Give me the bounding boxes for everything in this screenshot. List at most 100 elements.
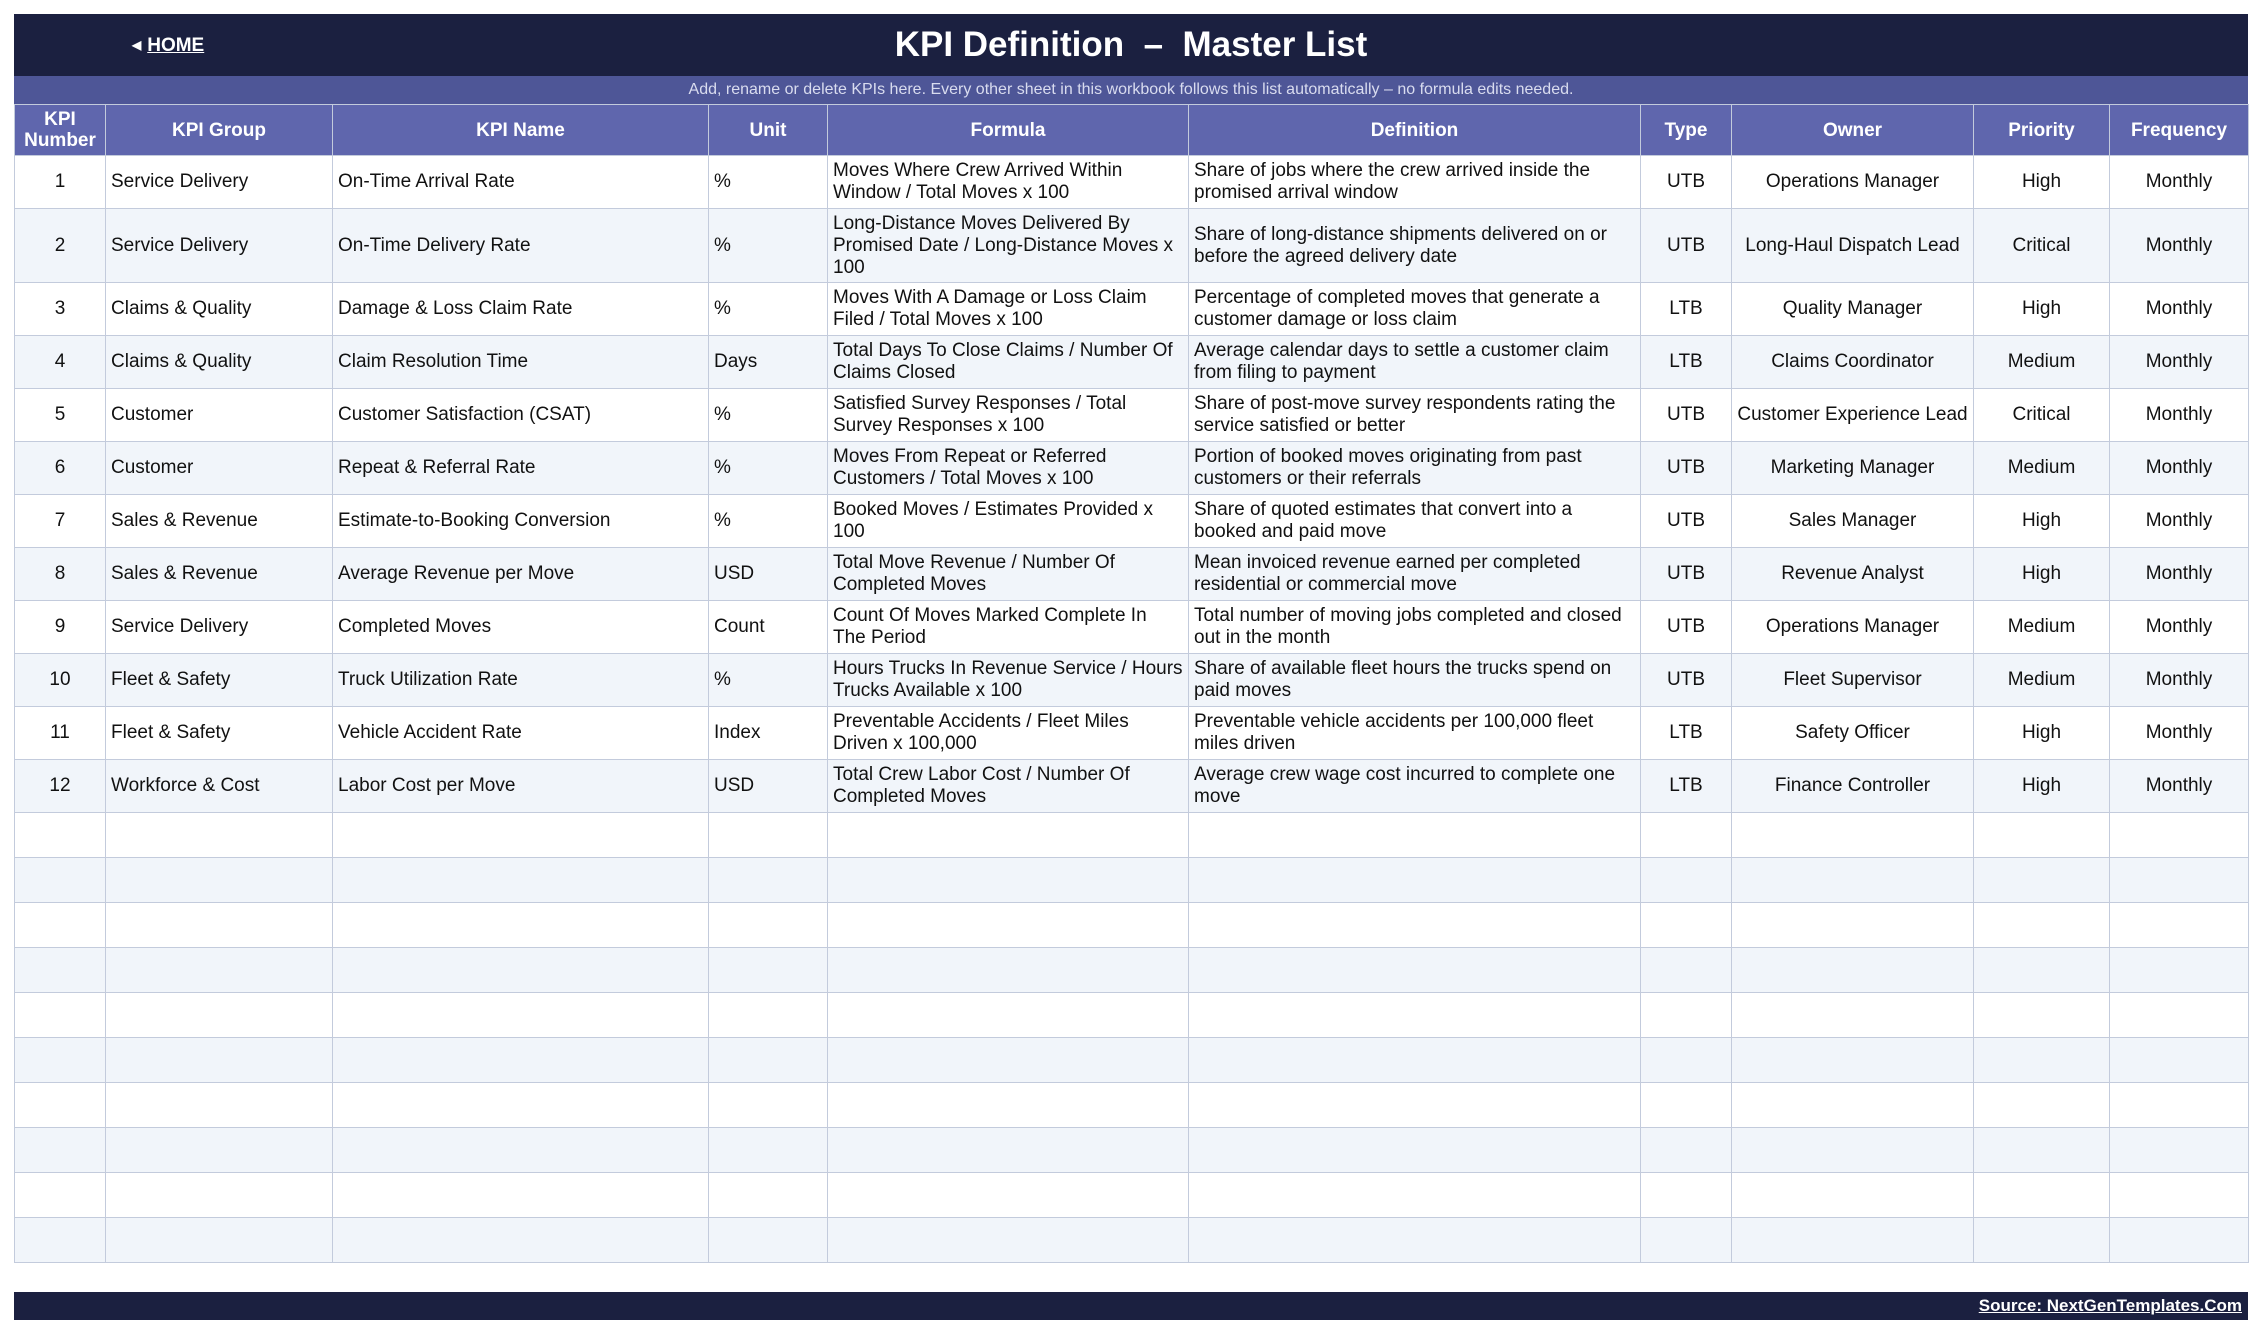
empty-cell[interactable] [1640,902,1732,948]
empty-cell[interactable] [1188,902,1641,948]
empty-cell[interactable] [708,1217,828,1263]
owner-cell[interactable]: Fleet Supervisor [1731,653,1974,707]
kpi-name-cell[interactable]: Customer Satisfaction (CSAT) [332,388,709,442]
definition-cell[interactable]: Share of post-move survey respondents ra… [1188,388,1641,442]
formula-cell[interactable]: Moves Where Crew Arrived Within Window /… [827,155,1189,209]
priority-cell[interactable]: High [1973,706,2110,760]
empty-cell[interactable] [1731,1127,1974,1173]
definition-cell[interactable]: Share of long-distance shipments deliver… [1188,208,1641,283]
definition-cell[interactable]: Percentage of completed moves that gener… [1188,282,1641,336]
column-header-definition[interactable]: Definition [1188,104,1641,156]
owner-cell[interactable]: Operations Manager [1731,600,1974,654]
priority-cell[interactable]: High [1973,155,2110,209]
type-cell[interactable]: UTB [1640,494,1732,548]
type-cell[interactable]: UTB [1640,600,1732,654]
column-header-formula[interactable]: Formula [827,104,1189,156]
definition-cell[interactable]: Share of available fleet hours the truck… [1188,653,1641,707]
unit-cell[interactable]: USD [708,547,828,601]
definition-cell[interactable]: Mean invoiced revenue earned per complet… [1188,547,1641,601]
definition-cell[interactable]: Average crew wage cost incurred to compl… [1188,759,1641,813]
empty-cell[interactable] [1731,857,1974,903]
empty-cell[interactable] [2109,857,2249,903]
formula-cell[interactable]: Long-Distance Moves Delivered By Promise… [827,208,1189,283]
kpi-group-cell[interactable]: Service Delivery [105,208,333,283]
empty-cell[interactable] [1973,857,2110,903]
empty-cell[interactable] [1731,812,1974,858]
empty-cell[interactable] [827,947,1189,993]
column-header-priority[interactable]: Priority [1973,104,2110,156]
empty-cell[interactable] [827,1172,1189,1218]
empty-cell[interactable] [1640,1127,1732,1173]
empty-cell[interactable] [1188,1217,1641,1263]
empty-cell[interactable] [827,1217,1189,1263]
unit-cell[interactable]: % [708,494,828,548]
unit-cell[interactable]: USD [708,759,828,813]
empty-cell[interactable] [1731,947,1974,993]
frequency-cell[interactable]: Monthly [2109,208,2249,283]
type-cell[interactable]: UTB [1640,208,1732,283]
unit-cell[interactable]: % [708,653,828,707]
empty-cell[interactable] [105,1172,333,1218]
definition-cell[interactable]: Share of quoted estimates that convert i… [1188,494,1641,548]
kpi-group-cell[interactable]: Fleet & Safety [105,706,333,760]
empty-cell[interactable] [708,1127,828,1173]
column-header-owner[interactable]: Owner [1731,104,1974,156]
empty-cell[interactable] [105,947,333,993]
empty-cell[interactable] [14,857,106,903]
priority-cell[interactable]: High [1973,547,2110,601]
kpi-group-cell[interactable]: Service Delivery [105,600,333,654]
owner-cell[interactable]: Long-Haul Dispatch Lead [1731,208,1974,283]
empty-cell[interactable] [332,812,709,858]
empty-cell[interactable] [1188,857,1641,903]
empty-cell[interactable] [14,1172,106,1218]
column-header-kpi-group[interactable]: KPI Group [105,104,333,156]
kpi-group-cell[interactable]: Fleet & Safety [105,653,333,707]
empty-cell[interactable] [1973,1127,2110,1173]
empty-cell[interactable] [1640,992,1732,1038]
empty-cell[interactable] [1640,1082,1732,1128]
empty-cell[interactable] [332,1082,709,1128]
type-cell[interactable]: LTB [1640,335,1732,389]
empty-cell[interactable] [2109,812,2249,858]
type-cell[interactable]: LTB [1640,706,1732,760]
type-cell[interactable]: UTB [1640,155,1732,209]
kpi-group-cell[interactable]: Service Delivery [105,155,333,209]
empty-cell[interactable] [708,992,828,1038]
frequency-cell[interactable]: Monthly [2109,706,2249,760]
empty-cell[interactable] [2109,1127,2249,1173]
kpi-number-cell[interactable]: 6 [14,441,106,495]
formula-cell[interactable]: Total Crew Labor Cost / Number Of Comple… [827,759,1189,813]
kpi-number-cell[interactable]: 12 [14,759,106,813]
empty-cell[interactable] [1973,1082,2110,1128]
empty-cell[interactable] [1731,1082,1974,1128]
empty-cell[interactable] [105,812,333,858]
kpi-name-cell[interactable]: Labor Cost per Move [332,759,709,813]
empty-cell[interactable] [2109,902,2249,948]
formula-cell[interactable]: Moves From Repeat or Referred Customers … [827,441,1189,495]
kpi-number-cell[interactable]: 10 [14,653,106,707]
owner-cell[interactable]: Claims Coordinator [1731,335,1974,389]
frequency-cell[interactable]: Monthly [2109,441,2249,495]
frequency-cell[interactable]: Monthly [2109,653,2249,707]
empty-cell[interactable] [1973,812,2110,858]
kpi-number-cell[interactable]: 7 [14,494,106,548]
empty-cell[interactable] [827,857,1189,903]
kpi-name-cell[interactable]: Completed Moves [332,600,709,654]
column-header-type[interactable]: Type [1640,104,1732,156]
empty-cell[interactable] [14,1127,106,1173]
priority-cell[interactable]: High [1973,282,2110,336]
empty-cell[interactable] [708,1082,828,1128]
empty-cell[interactable] [827,1037,1189,1083]
frequency-cell[interactable]: Monthly [2109,388,2249,442]
empty-cell[interactable] [332,1127,709,1173]
empty-cell[interactable] [708,902,828,948]
formula-cell[interactable]: Hours Trucks In Revenue Service / Hours … [827,653,1189,707]
unit-cell[interactable]: % [708,441,828,495]
priority-cell[interactable]: Medium [1973,335,2110,389]
empty-cell[interactable] [332,857,709,903]
kpi-group-cell[interactable]: Claims & Quality [105,335,333,389]
empty-cell[interactable] [1731,1037,1974,1083]
owner-cell[interactable]: Finance Controller [1731,759,1974,813]
empty-cell[interactable] [1640,1217,1732,1263]
kpi-name-cell[interactable]: Damage & Loss Claim Rate [332,282,709,336]
